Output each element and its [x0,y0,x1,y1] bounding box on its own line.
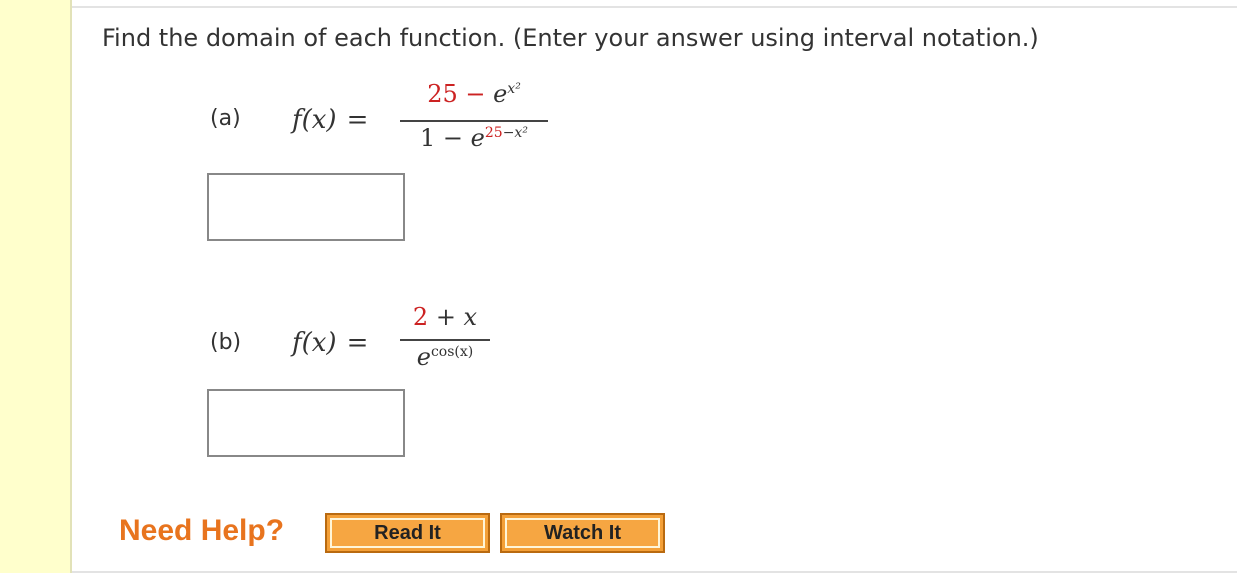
part-a-answer-input[interactable] [207,173,405,241]
top-divider [72,6,1237,8]
part-b-denominator: ecos(x) [416,343,474,371]
part-b-lhs: f(x) = [292,328,369,358]
part-b-fraction-bar [400,339,490,341]
left-sidebar [0,0,72,573]
part-a-fraction-bar [400,120,548,122]
part-a-label: (a) [210,106,241,131]
watch-it-button[interactable]: Watch It [500,513,665,553]
part-b-answer-input[interactable] [207,389,405,457]
part-a-lhs: f(x) = [292,105,369,135]
read-it-label: Read It [330,518,485,548]
need-help-label: Need Help? [119,514,285,547]
question-prompt: Find the domain of each function. (Enter… [102,24,1039,52]
watch-it-label: Watch It [505,518,660,548]
part-a-fraction: 25 − ex² 1 − e25−x² [400,72,548,162]
part-a-denominator: 1 − e25−x² [420,124,528,152]
part-a-numerator: 25 − ex² [427,80,521,108]
part-b-numerator: 2 + x [412,303,478,331]
part-b-fraction: 2 + x ecos(x) [400,295,490,385]
part-b-label: (b) [210,330,242,355]
read-it-button[interactable]: Read It [325,513,490,553]
